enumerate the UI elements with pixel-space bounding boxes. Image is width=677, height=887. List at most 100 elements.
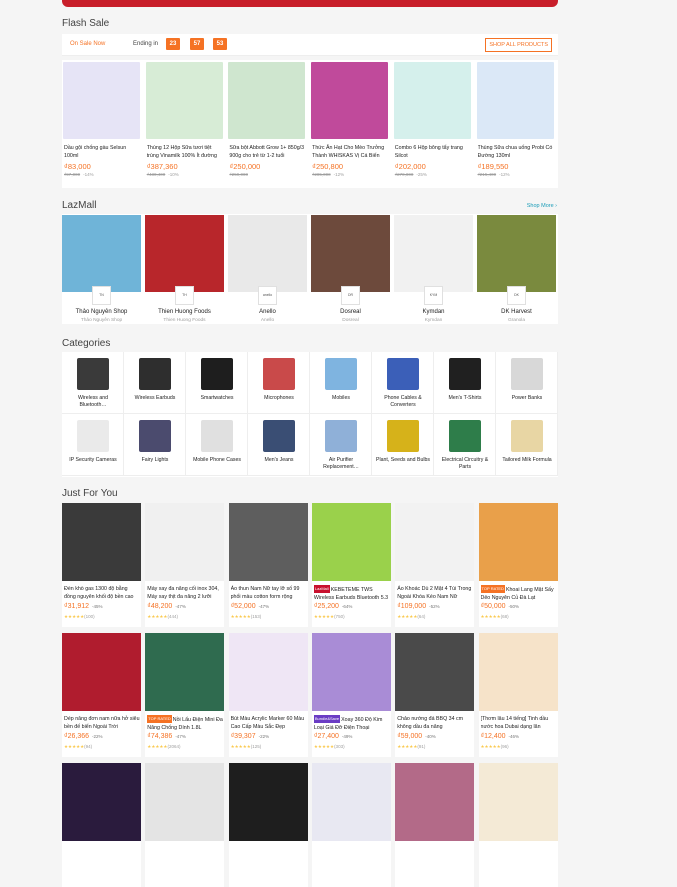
product-price: ₫59,000 — [397, 733, 423, 740]
product-name-row: Dép nâng đơn nam nữa hở siêu bền đế biển… — [64, 715, 140, 731]
recommended-product-card[interactable]: TOP RATED Khoai Lang Mật Sấy Dẻo Nguyên C… — [478, 503, 558, 627]
top-banner[interactable] — [62, 0, 558, 7]
lazmall-store-card[interactable]: DK DK Harvest Granola — [477, 214, 558, 324]
category-image — [511, 420, 543, 452]
category-item[interactable]: Men's Jeans — [248, 414, 310, 476]
old-price: ₫285,000 — [312, 172, 331, 177]
product-name-row: Máy xay đa năng cối inox 304, Máy xay th… — [147, 585, 223, 601]
category-label: Smartwatches — [200, 395, 234, 401]
category-item[interactable]: Smartwatches — [186, 352, 248, 414]
category-label: Men's T-Shirts — [448, 395, 482, 401]
category-item[interactable]: Men's T-Shirts — [434, 352, 496, 414]
product-price: ₫27,400 — [313, 733, 339, 740]
lazmall-title: LazMall — [62, 200, 97, 211]
category-item[interactable]: Fairy Lights — [124, 414, 186, 476]
recommended-product-card[interactable]: [Thơm lâu 14 tiếng] Tinh dầu nước hoa Du… — [478, 633, 558, 757]
category-item[interactable]: Mobiles — [310, 352, 372, 414]
old-price: ₫215,400 — [477, 172, 497, 177]
recommended-product-card[interactable]: Chảo nướng đá BBQ 34 cm không dầu đa năn… — [395, 633, 475, 757]
category-label: Fairy Lights — [141, 457, 169, 463]
category-image — [449, 420, 481, 452]
recommended-product-card[interactable] — [478, 763, 558, 887]
recommended-product-card[interactable]: LazMall KEBETEME TWS Wireless Earbuds Blu… — [311, 503, 391, 627]
category-item[interactable]: IP Security Cameras — [62, 414, 124, 476]
recommended-product-card[interactable]: Máy xay đa năng cối inox 304, Máy xay th… — [145, 503, 225, 627]
store-name: Thien Huong Foods — [158, 309, 211, 315]
recommended-product-card[interactable]: Bút Màu Acrylic Marker 60 Màu Cao Cấp Mà… — [228, 633, 308, 757]
lazmall-store-card[interactable]: TH Thien Huong Foods Thien Huong Foods — [145, 214, 226, 324]
recommended-product-card[interactable] — [311, 763, 391, 887]
flash-sale-product-card[interactable]: Sữa bột Abbott Grow 1+ 850g/3 900g cho t… — [227, 60, 306, 188]
discount-percent: -22% — [258, 734, 270, 739]
product-old-price-row: ₫430,400 -10% — [147, 172, 179, 177]
product-image — [311, 62, 389, 139]
store-logo: DR — [341, 286, 360, 305]
star-rating-icon: ★★★★★ — [397, 614, 418, 619]
product-price: ₫12,400 — [480, 733, 506, 740]
recommended-product-card[interactable]: Bundle&Save Xoay 360 Độ Kim Loại Giá Đỡ Đ… — [311, 633, 391, 757]
star-rating-icon: ★★★★★ — [230, 744, 251, 749]
category-image — [77, 420, 109, 452]
recommended-product-card[interactable]: Áo thun Nam Nữ tay lỡ số 99 phối màu cot… — [228, 503, 308, 627]
recommended-product-card[interactable]: Dép nâng đơn nam nữa hở siêu bền đế biển… — [62, 633, 141, 757]
shop-more-link[interactable]: Shop More › — [527, 203, 557, 209]
promo-tag: Bundle&Save — [313, 715, 341, 723]
product-name-row: TOP RATED Nồi Lẩu Điện Mini Đa Năng Chống… — [147, 715, 223, 731]
flash-sale-product-card[interactable]: Combo 6 Hộp bông tẩy trang Silcot ₫202,00… — [393, 60, 472, 188]
lazmall-store-card[interactable]: DR Dosreal Dosreal — [311, 214, 392, 324]
star-rating-icon: ★★★★★ — [64, 614, 85, 619]
discount-percent: -47% — [175, 604, 186, 609]
product-image — [63, 62, 140, 139]
category-item[interactable]: Tailored Milk Formula — [496, 414, 558, 476]
category-item[interactable]: Phone Cables & Converters — [372, 352, 434, 414]
recommended-product-card[interactable] — [62, 763, 141, 887]
recommended-product-card[interactable] — [395, 763, 475, 887]
category-item[interactable]: Electrical Circuitry & Parts — [434, 414, 496, 476]
shop-all-products-button[interactable]: SHOP ALL PRODUCTS — [485, 38, 552, 52]
category-item[interactable]: Mobile Phone Cases — [186, 414, 248, 476]
store-name: DK Harvest — [501, 309, 532, 315]
timer-minutes: 57 — [190, 38, 204, 50]
recommended-product-card[interactable] — [145, 763, 225, 887]
lazmall-store-card[interactable]: anello Anello Anello — [228, 214, 309, 324]
product-name-row: Áo Khoác Dù 2 Mặt 4 Túi Trong Ngoài Khóa… — [397, 585, 473, 601]
rating-row: ★★★★★(2064) — [147, 744, 180, 750]
category-label: Wireless and Bluetooth… — [78, 395, 108, 408]
lazmall-store-card[interactable]: TN Thảo Nguyên Shop Thảo Nguyên Shop — [62, 214, 143, 324]
category-image — [263, 420, 295, 452]
category-item[interactable]: Air Purifier Replacement… — [310, 414, 372, 476]
category-label: Microphones — [264, 395, 294, 401]
promo-tag: LazMall — [313, 585, 330, 593]
flash-sale-product-card[interactable]: Thùng Sữa chua uống Probi Có Đường 130ml… — [476, 60, 555, 188]
category-item[interactable]: Microphones — [248, 352, 310, 414]
product-price-row: ₫50,000 -50% — [481, 603, 520, 610]
recommended-product-card[interactable]: TOP RATED Nồi Lẩu Điện Mini Đa Năng Chống… — [145, 633, 225, 757]
product-name: Thức Ăn Hạt Cho Mèo Trưởng Thành WHISKAS… — [312, 145, 385, 159]
product-name: Đèn khò gas 1300 độ bằng đồng nguyên khố… — [64, 586, 134, 600]
category-item[interactable]: Wireless Earbuds — [124, 352, 186, 414]
recommended-product-card[interactable]: Áo Khoác Dù 2 Mặt 4 Túi Trong Ngoài Khóa… — [395, 503, 475, 627]
category-label: IP Security Cameras — [69, 457, 117, 463]
rating-row: ★★★★★(91) — [397, 744, 425, 750]
flash-sale-product-card[interactable]: Thức Ăn Hạt Cho Mèo Trưởng Thành WHISKAS… — [310, 60, 389, 188]
product-price-row: ₫12,400 -46% — [481, 733, 520, 740]
store-name: Anello — [259, 309, 276, 315]
store-banner-image — [62, 215, 141, 292]
category-item[interactable]: Wireless and Bluetooth… — [62, 352, 124, 414]
flash-sale-product-card[interactable]: Dầu gội chống gàu Selsun 100ml ₫83,000 ₫97… — [62, 60, 141, 188]
product-price-row: ₫27,400 -49% — [314, 733, 353, 740]
category-item[interactable]: Plant, Seeds and Bulbs — [372, 414, 434, 476]
category-label: Men's Jeans — [264, 457, 294, 463]
product-price: ₫109,000 — [397, 603, 427, 610]
rating-row: ★★★★★(153) — [231, 614, 262, 620]
store-banner-image — [311, 215, 390, 292]
flash-sale-product-card[interactable]: Thùng 12 Hộp Sữa tươi tiệt trùng Vinamil… — [145, 60, 224, 188]
lazmall-store-card[interactable]: KYM Kymdan Kymdan — [394, 214, 475, 324]
product-price: ₫202,000 — [394, 162, 426, 171]
category-item[interactable]: Power Banks — [496, 352, 558, 414]
store-logo: KYM — [424, 286, 443, 305]
store-name: Dosreal — [340, 309, 361, 315]
recommended-product-card[interactable] — [228, 763, 308, 887]
recommended-product-card[interactable]: Đèn khò gas 1300 độ bằng đồng nguyên khố… — [62, 503, 141, 627]
category-image — [139, 420, 171, 452]
